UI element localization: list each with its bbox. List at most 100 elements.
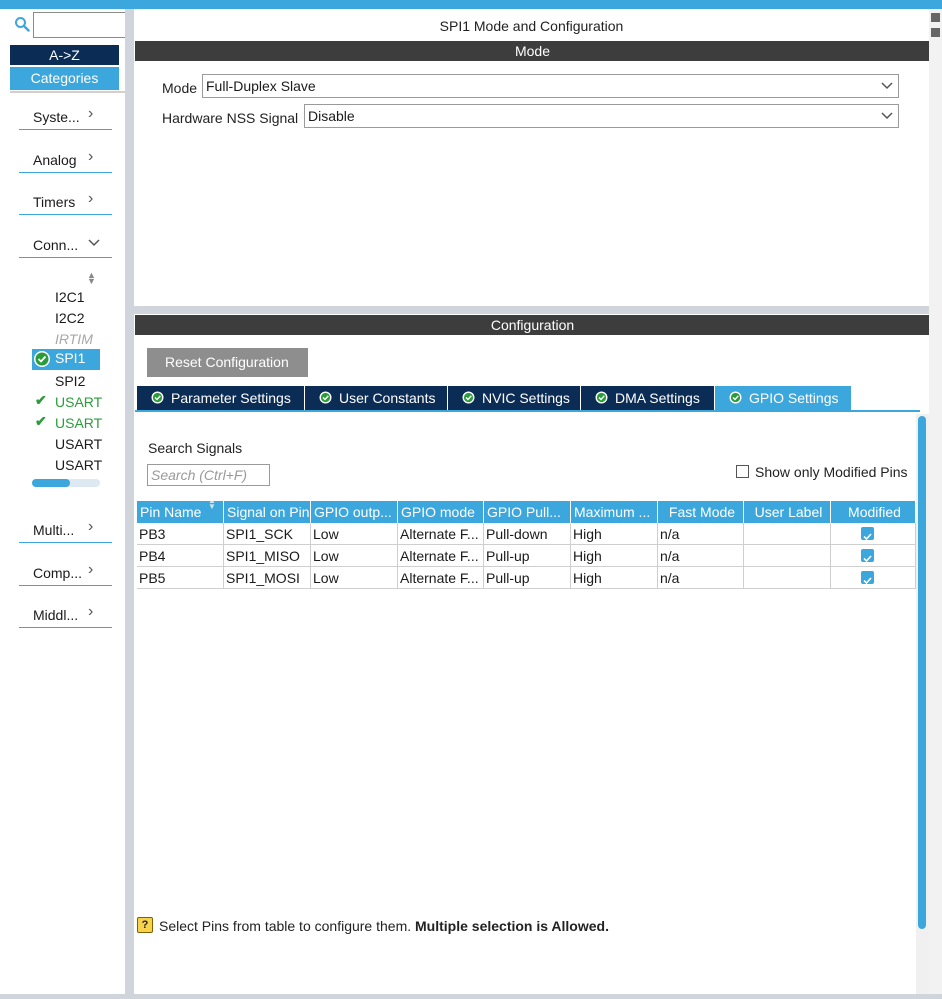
- mode-value: Full-Duplex Slave: [206, 78, 316, 94]
- table-cell[interactable]: Alternate F...: [398, 523, 484, 545]
- categories-button[interactable]: Categories: [10, 67, 119, 90]
- table-cell[interactable]: High: [571, 523, 658, 545]
- header-label: Pin Name: [140, 504, 202, 520]
- table-cell[interactable]: SPI1_MOSI: [224, 567, 311, 589]
- table-cell[interactable]: SPI1_MISO: [224, 545, 311, 567]
- table-cell[interactable]: [831, 523, 916, 545]
- scrollbar-thumb[interactable]: [32, 479, 70, 487]
- column-header-max-speed[interactable]: Maximum ...: [571, 501, 658, 523]
- category-timers[interactable]: Timers ›: [19, 190, 112, 215]
- table-cell[interactable]: Pull-up: [484, 567, 571, 589]
- table-cell[interactable]: Low: [311, 545, 398, 567]
- page-title: SPI1 Mode and Configuration: [439, 18, 624, 34]
- panel-splitter[interactable]: [125, 9, 134, 994]
- tab-nvic-settings[interactable]: NVIC Settings: [448, 386, 580, 410]
- outer-scrollbar[interactable]: [929, 9, 942, 994]
- tab-dma-settings[interactable]: DMA Settings: [581, 386, 714, 410]
- chevron-right-icon: ›: [88, 105, 94, 122]
- nss-select[interactable]: Disable: [304, 104, 899, 128]
- table-cell[interactable]: Pull-up: [484, 545, 571, 567]
- tab-parameter-settings[interactable]: Parameter Settings: [137, 386, 304, 410]
- vertical-scrollbar[interactable]: [916, 414, 929, 994]
- category-search-input[interactable]: [33, 12, 127, 38]
- table-cell[interactable]: [744, 523, 831, 545]
- table-cell[interactable]: [744, 567, 831, 589]
- table-cell[interactable]: Low: [311, 567, 398, 589]
- divider: [10, 91, 125, 93]
- peripheral-item-usart2[interactable]: USART: [55, 414, 102, 433]
- table-cell[interactable]: n/a: [658, 523, 744, 545]
- section-splitter[interactable]: [134, 306, 929, 314]
- category-middleware[interactable]: Middl... ›: [19, 603, 112, 628]
- horizontal-scrollbar[interactable]: [32, 479, 100, 487]
- scroll-down-icon[interactable]: [931, 28, 940, 37]
- search-icon[interactable]: [14, 16, 30, 32]
- tab-underline: [135, 410, 920, 412]
- peripheral-item-spi2[interactable]: SPI2: [55, 372, 85, 391]
- column-header-gpio-mode[interactable]: GPIO mode: [398, 501, 484, 523]
- modified-check-icon: [861, 549, 874, 563]
- peripheral-item-usart1[interactable]: USART: [55, 393, 102, 412]
- tab-label: Parameter Settings: [171, 390, 291, 406]
- table-cell[interactable]: n/a: [658, 545, 744, 567]
- column-header-pin-name[interactable]: Pin Name ▲▼: [137, 501, 224, 523]
- column-header-user-label[interactable]: User Label: [744, 501, 831, 523]
- mode-select[interactable]: Full-Duplex Slave: [202, 74, 899, 98]
- table-cell[interactable]: PB4: [137, 545, 224, 567]
- column-header-signal[interactable]: Signal on Pin: [224, 501, 311, 523]
- table-cell[interactable]: Alternate F...: [398, 545, 484, 567]
- table-cell[interactable]: SPI1_SCK: [224, 523, 311, 545]
- table-cell[interactable]: PB3: [137, 523, 224, 545]
- chevron-right-icon: ›: [88, 518, 94, 535]
- tab-label: GPIO Settings: [749, 390, 839, 406]
- peripheral-item-i2c2[interactable]: I2C2: [55, 309, 85, 328]
- table-cell[interactable]: Pull-down: [484, 523, 571, 545]
- chevron-down-icon: [88, 239, 100, 247]
- column-header-gpio-output[interactable]: GPIO outp...: [311, 501, 398, 523]
- scroll-up-icon[interactable]: [931, 13, 940, 22]
- configuration-panel: SPI1 Mode and Configuration Mode Mode Fu…: [134, 9, 930, 994]
- search-signals-input[interactable]: Search (Ctrl+F): [147, 464, 270, 486]
- table-cell[interactable]: Alternate F...: [398, 567, 484, 589]
- table-cell[interactable]: Low: [311, 523, 398, 545]
- peripheral-item-spi1[interactable]: SPI1: [32, 349, 100, 370]
- table-cell[interactable]: PB5: [137, 567, 224, 589]
- check-circle-icon: [34, 351, 50, 367]
- tab-gpio-settings[interactable]: GPIO Settings: [715, 386, 851, 410]
- table-cell[interactable]: [744, 545, 831, 567]
- mode-section-header: Mode: [135, 41, 930, 61]
- reset-configuration-button[interactable]: Reset Configuration: [147, 348, 308, 377]
- category-label: Conn...: [33, 237, 79, 253]
- check-icon: ✔: [35, 392, 47, 408]
- peripheral-item-i2c1[interactable]: I2C1: [55, 288, 85, 307]
- scrollbar-thumb[interactable]: [918, 416, 926, 929]
- column-header-gpio-pull[interactable]: GPIO Pull...: [484, 501, 571, 523]
- hint-text: Select Pins from table to configure them…: [159, 918, 412, 934]
- table-cell[interactable]: [831, 567, 916, 589]
- peripheral-item-usart3[interactable]: USART: [55, 435, 102, 454]
- tab-label: NVIC Settings: [482, 390, 570, 406]
- nss-label: Hardware NSS Signal: [162, 110, 299, 126]
- tab-user-constants[interactable]: User Constants: [305, 386, 447, 410]
- category-multimedia[interactable]: Multi... ›: [19, 518, 112, 543]
- mode-label: Mode: [162, 80, 198, 96]
- table-cell[interactable]: n/a: [658, 567, 744, 589]
- category-label: Timers: [33, 194, 76, 210]
- table-cell[interactable]: [831, 545, 916, 567]
- sort-az-button[interactable]: A->Z: [10, 45, 119, 65]
- tab-label: User Constants: [339, 390, 436, 406]
- sort-arrows-icon[interactable]: ▲ ▼: [87, 271, 96, 286]
- tab-label: DMA Settings: [615, 390, 700, 406]
- table-cell[interactable]: High: [571, 545, 658, 567]
- category-panel: A->Z Categories Syste... › Analog › Time…: [0, 9, 127, 994]
- chevron-right-icon: ›: [88, 190, 94, 207]
- peripheral-item-usart4[interactable]: USART: [55, 456, 102, 475]
- category-system-core[interactable]: Syste... ›: [19, 105, 112, 130]
- column-header-fast-mode[interactable]: Fast Mode: [658, 501, 744, 523]
- category-computing[interactable]: Comp... ›: [19, 561, 112, 586]
- column-header-modified[interactable]: Modified: [831, 501, 916, 523]
- category-connectivity[interactable]: Conn...: [19, 233, 112, 258]
- table-cell[interactable]: High: [571, 567, 658, 589]
- category-analog[interactable]: Analog ›: [19, 148, 112, 173]
- checkbox-box[interactable]: [736, 465, 749, 478]
